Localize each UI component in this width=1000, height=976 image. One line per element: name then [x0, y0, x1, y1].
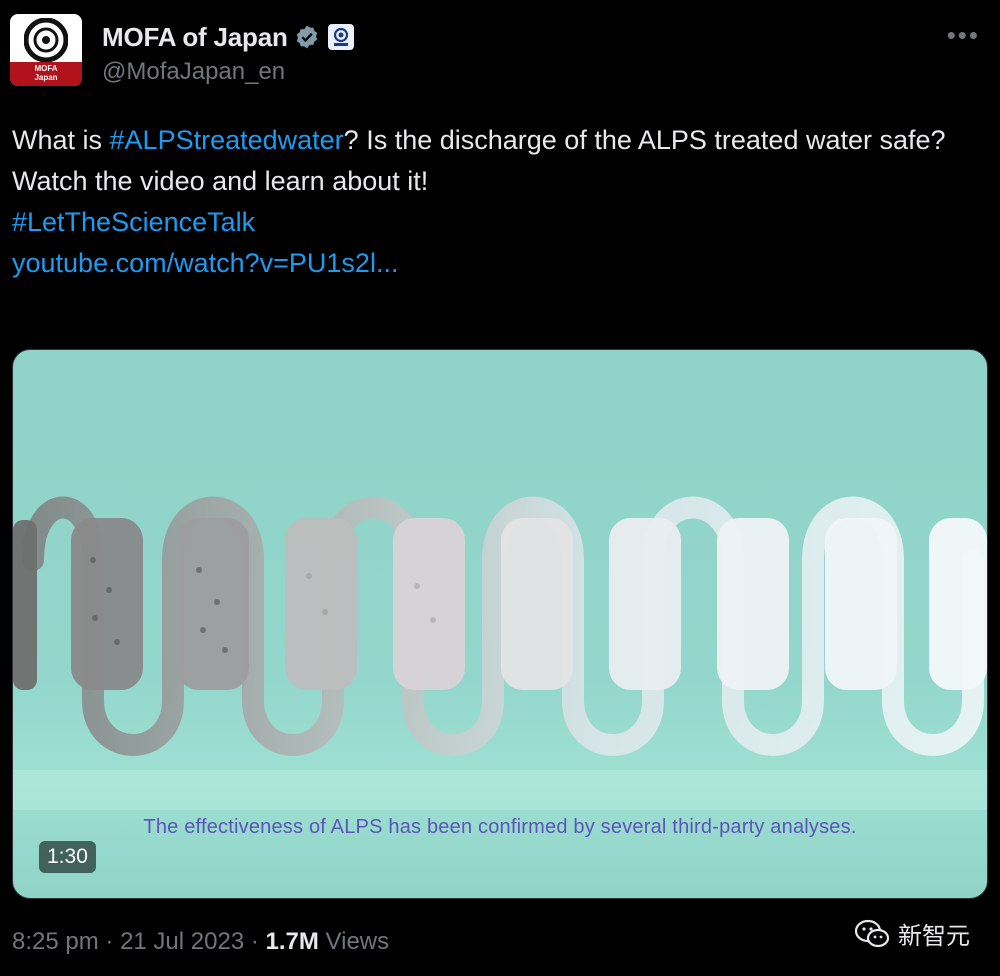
tweet-line-1: What is #ALPStreatedwater? Is the discha… — [12, 120, 972, 161]
more-options-icon[interactable]: ••• — [947, 20, 980, 51]
account-handle[interactable]: @MofaJapan_en — [102, 58, 285, 86]
video-duration-badge: 1:30 — [39, 841, 96, 873]
tweet-text-1: What is — [12, 125, 110, 155]
meta-separator: · — [250, 928, 259, 955]
hashtag-let-the-science-talk[interactable]: #LetTheScienceTalk — [12, 207, 255, 237]
views-label: Views — [325, 928, 390, 955]
display-name[interactable]: MOFA of Japan — [102, 22, 288, 53]
verified-badge-icon[interactable] — [294, 24, 320, 50]
avatar-line2: Japan — [34, 73, 58, 82]
tweet-header: MOFA Japan MOFA of Japan @MofaJapan_en •… — [10, 14, 986, 90]
tweet-line-2: Watch the video and learn about it! — [12, 166, 429, 196]
views-count[interactable]: 1.7M — [266, 928, 319, 955]
video-caption: The effectiveness of ALPS has been confi… — [143, 816, 857, 838]
tweet-text: What is #ALPStreatedwater? Is the discha… — [12, 120, 972, 284]
watermark: 新智元 — [854, 916, 970, 951]
avatar[interactable]: MOFA Japan — [10, 14, 82, 86]
tweet-meta: 8:25 pm · 21 Jul 2023 · 1.7M Views — [12, 928, 389, 956]
wechat-icon — [854, 919, 890, 947]
government-affiliation-icon[interactable] — [327, 24, 354, 50]
tweet-date[interactable]: 21 Jul 2023 — [120, 928, 244, 955]
video-player[interactable]: The effectiveness of ALPS has been confi… — [12, 349, 988, 899]
avatar-line1: MOFA — [34, 64, 58, 73]
meta-separator: · — [105, 928, 114, 955]
mofa-emblem-icon — [24, 18, 68, 62]
avatar-band: MOFA Japan — [10, 62, 82, 86]
tweet-time[interactable]: 8:25 pm — [12, 928, 99, 955]
tweet-text-2: ? Is the discharge of the ALPS treated w… — [343, 125, 946, 155]
name-row: MOFA of Japan — [102, 20, 354, 54]
hashtag-alps-treated-water[interactable]: #ALPStreatedwater — [110, 125, 344, 155]
youtube-link[interactable]: youtube.com/watch?v=PU1s2l... — [12, 248, 398, 278]
watermark-label: 新智元 — [898, 923, 970, 950]
